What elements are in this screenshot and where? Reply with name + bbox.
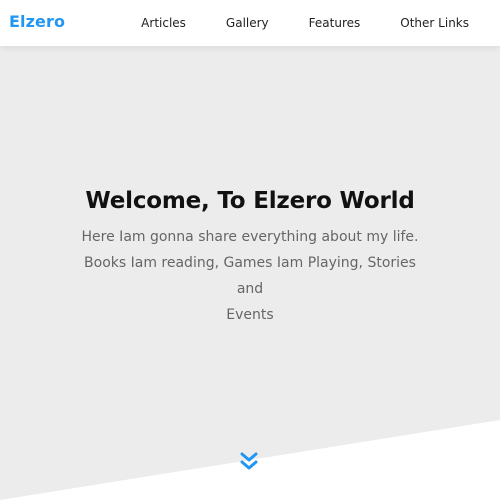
nav-link-features[interactable]: Features xyxy=(289,0,381,46)
header: Elzero Articles Gallery Features Other L… xyxy=(0,0,500,46)
double-chevron-down-icon[interactable] xyxy=(239,451,259,473)
logo[interactable]: Elzero xyxy=(9,12,65,31)
nav-link-other-links[interactable]: Other Links xyxy=(380,0,500,46)
nav-link-articles[interactable]: Articles xyxy=(141,0,206,46)
nav-link-gallery[interactable]: Gallery xyxy=(206,0,289,46)
hero-description: Here Iam gonna share everything about my… xyxy=(81,229,419,323)
main-navigation: Articles Gallery Features Other Links xyxy=(141,0,500,46)
page: Elzero Articles Gallery Features Other L… xyxy=(0,0,500,500)
hero-title: Welcome, To Elzero World xyxy=(85,188,415,215)
